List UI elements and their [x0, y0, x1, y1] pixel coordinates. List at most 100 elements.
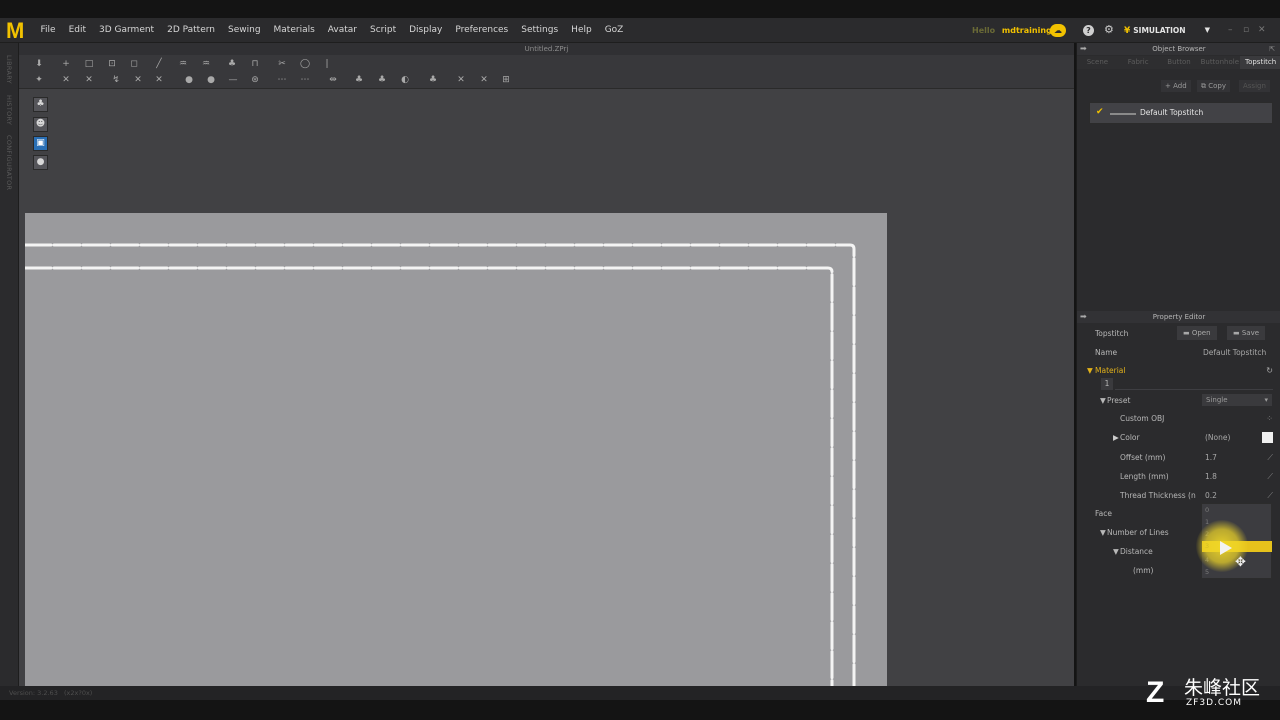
color-value: (None)	[1205, 433, 1231, 442]
tape-icon[interactable]: ✕	[477, 74, 491, 86]
grid-icon[interactable]: ⁘	[1266, 409, 1273, 428]
library-tab[interactable]: LIBRARY	[5, 55, 13, 84]
mode-select[interactable]: ¥ SIMULATION ▼	[1124, 21, 1216, 40]
material-tab-1[interactable]: 1	[1101, 378, 1113, 390]
length-row: Length (mm) 1.8 ⟋	[1077, 467, 1280, 486]
sew-segment-icon[interactable]: ✕	[59, 74, 73, 86]
caret-down-icon: ▼	[1100, 396, 1106, 405]
configurator-tab[interactable]: CONFIGURATOR	[5, 135, 13, 190]
help-icon[interactable]: ?	[1083, 25, 1094, 36]
view-texture-icon[interactable]: ▣	[33, 136, 48, 151]
tab-scene[interactable]: Scene	[1077, 56, 1118, 69]
tack-icon[interactable]: ✕	[152, 74, 166, 86]
tab-fabric[interactable]: Fabric	[1118, 56, 1159, 69]
shirt-icon[interactable]: ♣	[225, 58, 239, 70]
menu-goz[interactable]: GoZ	[598, 18, 630, 43]
preset-select[interactable]: Single ▾	[1202, 394, 1272, 406]
texture-icon[interactable]: ♣	[426, 74, 440, 86]
copy-button[interactable]: ⧉ Copy	[1197, 80, 1230, 92]
popout-icon[interactable]: ⇱	[1269, 43, 1275, 55]
tab-buttonhole[interactable]: Buttonhole	[1199, 56, 1240, 69]
open-button[interactable]: ▬ Open	[1177, 326, 1217, 340]
loop-icon[interactable]: ◯	[298, 58, 312, 70]
fold-icon[interactable]: ♒	[199, 58, 213, 70]
restore-icon[interactable]: ▫	[1243, 18, 1249, 43]
caret-right-icon[interactable]: ▶	[1113, 428, 1119, 447]
menu-materials[interactable]: Materials	[267, 18, 321, 43]
add-point-icon[interactable]: +	[59, 58, 73, 70]
save-button[interactable]: ▬ Save	[1227, 326, 1266, 340]
plugin-icon[interactable]: ⚙	[1104, 23, 1114, 36]
ruler-icon[interactable]: |	[320, 58, 334, 70]
menu-script[interactable]: Script	[364, 18, 403, 43]
menu-3d-garment[interactable]: 3D Garment	[93, 18, 161, 43]
name-row: Name Default Topstitch	[1077, 343, 1280, 362]
rectangle-icon[interactable]: □	[82, 58, 96, 70]
view-person-icon[interactable]: ●	[33, 155, 48, 170]
free-topstitch-icon[interactable]: ⋯	[298, 74, 312, 86]
sew-free-icon[interactable]: ✕	[82, 74, 96, 86]
menu-edit[interactable]: Edit	[62, 18, 92, 43]
cut-icon[interactable]: ✂	[275, 58, 289, 70]
pattern-viewport[interactable]: ♣ ☻ ▣ ●	[19, 89, 1074, 686]
piping-icon[interactable]: ⊛	[248, 74, 262, 86]
topstitch-icon[interactable]: ⋯	[275, 74, 289, 86]
dropdown-option-0[interactable]: 0	[1205, 505, 1265, 515]
mode-label: SIMULATION	[1133, 26, 1186, 35]
view-avatar-icon[interactable]: ☻	[33, 117, 48, 132]
offset-field[interactable]: 1.7	[1205, 448, 1217, 467]
menu-file[interactable]: File	[34, 18, 62, 43]
sew-check-icon[interactable]: ↯	[109, 74, 123, 86]
line-icon[interactable]: ╱	[152, 58, 166, 70]
main-menu: File Edit 3D Garment 2D Pattern Sewing M…	[34, 18, 630, 43]
edit-curve-icon[interactable]: ◻	[127, 58, 141, 70]
history-tab[interactable]: HISTORY	[5, 95, 13, 125]
user-name[interactable]: mdtraining	[1002, 26, 1052, 35]
menu-avatar[interactable]: Avatar	[321, 18, 363, 43]
name-label: Name	[1095, 348, 1118, 357]
watermark-url: ZF3D.COM	[1186, 698, 1242, 708]
close-icon[interactable]: ✕	[1258, 18, 1266, 43]
add-button[interactable]: + Add	[1161, 80, 1191, 92]
tab-button[interactable]: Button	[1159, 56, 1200, 69]
garment-icon[interactable]: ♒	[176, 58, 190, 70]
buttonhole-icon[interactable]: ●	[204, 74, 218, 86]
fold-arrange-icon[interactable]: ♣	[352, 74, 366, 86]
assign-button[interactable]: Assign	[1239, 80, 1270, 92]
view-garment-icon[interactable]: ♣	[33, 97, 48, 112]
avatar-measure-icon[interactable]: ⊞	[499, 74, 513, 86]
menu-2d-pattern[interactable]: 2D Pattern	[161, 18, 222, 43]
collapse-arrow-icon[interactable]: ➡	[1080, 43, 1087, 55]
minimize-icon[interactable]: –	[1228, 18, 1233, 43]
menu-settings[interactable]: Settings	[515, 18, 565, 43]
menu-sewing[interactable]: Sewing	[222, 18, 268, 43]
save-label: Save	[1241, 329, 1260, 337]
collapse-arrow-icon[interactable]: ➡	[1080, 311, 1087, 323]
object-browser-header: ➡ Object Browser ⇱	[1077, 43, 1280, 55]
menu-help[interactable]: Help	[565, 18, 599, 43]
pin-icon[interactable]: ⊓	[248, 58, 262, 70]
sew-multi-icon[interactable]: ✕	[131, 74, 145, 86]
slider-icon[interactable]: ⟋	[1267, 467, 1273, 486]
measure-icon[interactable]: ⇹	[326, 74, 340, 86]
avatar-tool-icon[interactable]: ✦	[32, 74, 46, 86]
name-field[interactable]: Default Topstitch	[1203, 343, 1266, 362]
tab-topstitch[interactable]: Topstitch	[1240, 56, 1280, 69]
pattern-piece[interactable]	[25, 213, 887, 686]
slider-icon[interactable]: ⟋	[1267, 448, 1273, 467]
select-move-icon[interactable]: ⬇	[32, 58, 46, 70]
transform-icon[interactable]: ⊡	[105, 58, 119, 70]
color-swatch[interactable]	[1262, 432, 1273, 443]
menu-display[interactable]: Display	[403, 18, 449, 43]
zipper-icon[interactable]: —	[226, 74, 240, 86]
arrange-icon[interactable]: ♣	[375, 74, 389, 86]
length-field[interactable]: 1.8	[1205, 467, 1217, 486]
menu-preferences[interactable]: Preferences	[449, 18, 515, 43]
status-version: Version: 3.2.63	[9, 689, 58, 697]
list-item[interactable]: ✔ Default Topstitch	[1089, 102, 1273, 124]
cloud-icon[interactable]: ☁	[1050, 24, 1066, 37]
transform-graphic-icon[interactable]: ✕	[454, 74, 468, 86]
topstitch-lines	[25, 243, 856, 686]
button-tool-icon[interactable]: ●	[182, 74, 196, 86]
fitting-icon[interactable]: ◐	[398, 74, 412, 86]
